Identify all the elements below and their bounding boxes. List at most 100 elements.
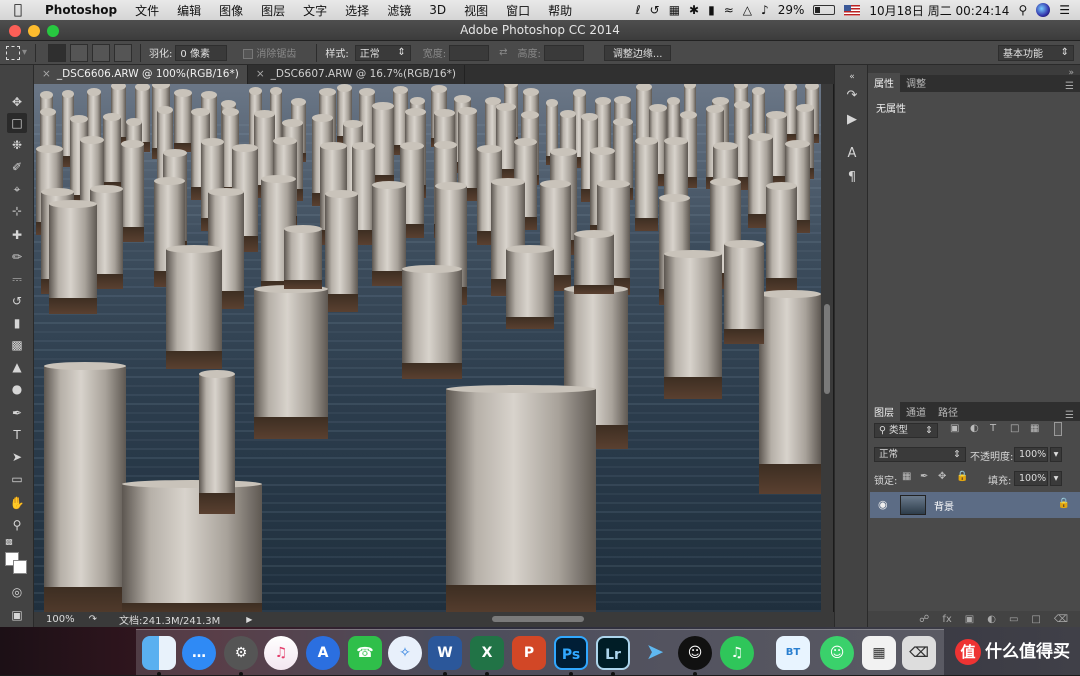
brush-tool-icon[interactable]: ✏ — [7, 247, 27, 267]
width-input[interactable] — [449, 44, 490, 61]
eyedropper-tool-icon[interactable]: ⊹ — [7, 201, 27, 221]
battery-small-icon[interactable]: ▮ — [708, 3, 715, 17]
finder-icon[interactable] — [142, 636, 176, 670]
horizontal-scroll-thumb[interactable] — [492, 616, 584, 622]
preset-dropdown-icon[interactable]: ▾ — [22, 47, 27, 58]
opacity-input[interactable]: 100% — [1014, 447, 1048, 462]
search-icon[interactable]: ⚲ — [1018, 3, 1027, 17]
filter-toggle[interactable] — [1054, 422, 1062, 436]
rectangle-tool-icon[interactable]: ▭ — [7, 469, 27, 489]
volume-icon[interactable]: ♪ — [761, 3, 769, 17]
spiral-icon[interactable]: ↺ — [650, 3, 660, 17]
collapse-panels-icon[interactable]: « — [843, 68, 861, 86]
layer-name[interactable]: 背景 — [934, 498, 954, 513]
system-preferences-icon[interactable]: ⚙ — [224, 636, 258, 670]
menu-help[interactable]: 帮助 — [539, 2, 581, 19]
powerpoint-icon[interactable]: P — [512, 636, 546, 670]
document-tab[interactable]: × _DSC6606.ARW @ 100%(RGB/16*) — [34, 65, 248, 84]
lasso-tool-icon[interactable]: ❉ — [7, 135, 27, 155]
battery-percent[interactable]: 29% — [778, 3, 805, 17]
fill-input[interactable]: 100% — [1014, 471, 1048, 486]
blend-mode-select[interactable]: 正常 ⇕ — [874, 447, 966, 462]
move-tool-icon[interactable]: ✥ — [7, 92, 27, 112]
filter-adjust-icon[interactable]: ◐ — [970, 423, 979, 434]
trash-icon[interactable]: ⌫ — [902, 636, 936, 670]
path-select-tool-icon[interactable]: ➤ — [7, 447, 27, 467]
tab-channels[interactable]: 通道 — [900, 402, 932, 421]
clock[interactable]: 10月18日 周二 00:24:14 — [869, 2, 1009, 19]
panel-menu-icon[interactable]: ☰ — [1065, 81, 1074, 92]
battery-icon[interactable] — [813, 5, 836, 15]
bt-download-icon[interactable]: BT — [776, 636, 810, 670]
filter-smart-icon[interactable]: ▦ — [1030, 423, 1039, 434]
feather-input[interactable]: 0 像素 — [175, 44, 228, 61]
facetime-icon[interactable]: ☎ — [348, 636, 382, 670]
qq-music-icon[interactable]: ♫ — [720, 636, 754, 670]
menu-3d[interactable]: 3D — [420, 3, 455, 17]
lightroom-icon[interactable]: Lr — [596, 636, 630, 670]
new-layer-icon[interactable]: □ — [1031, 614, 1040, 625]
instruments-icon[interactable]: A — [306, 636, 340, 670]
dodge-tool-icon[interactable]: ● — [7, 379, 27, 399]
style-select[interactable]: 正常 ⇕ — [354, 44, 411, 61]
zoom-tool-icon[interactable]: ⚲ — [7, 515, 27, 535]
menu-window[interactable]: 窗口 — [497, 2, 539, 19]
apple-icon[interactable]:  — [0, 2, 36, 18]
wifi-icon[interactable]: ≈ — [724, 3, 734, 17]
status-menu-arrow-icon[interactable]: ▶ — [246, 615, 252, 624]
refine-edge-button[interactable]: 调整边缘... — [603, 44, 672, 61]
fill-dropdown-icon[interactable]: ▾ — [1050, 471, 1062, 486]
delete-layer-icon[interactable]: ⌫ — [1054, 614, 1068, 625]
layer-filter-select[interactable]: ⚲ 类型 ⇕ — [874, 423, 938, 438]
crop-tool-icon[interactable]: ⌖ — [7, 179, 27, 199]
opacity-dropdown-icon[interactable]: ▾ — [1050, 447, 1062, 462]
tab-paths[interactable]: 路径 — [932, 402, 964, 421]
script-icon[interactable]: ℓ — [636, 3, 641, 17]
menu-select[interactable]: 选择 — [336, 2, 378, 19]
add-selection-button[interactable] — [70, 43, 89, 62]
safari-icon[interactable]: ✧ — [388, 636, 422, 670]
default-colors-icon[interactable]: ▩ — [3, 536, 15, 548]
share-icon[interactable]: ↷ — [89, 614, 97, 625]
paint-bucket-tool-icon[interactable]: ▩ — [7, 335, 27, 355]
lock-position-icon[interactable]: ✥ — [938, 471, 946, 482]
hand-tool-icon[interactable]: ✋ — [7, 493, 27, 513]
airplay-icon[interactable]: △ — [743, 3, 752, 17]
eraser-tool-icon[interactable]: ▮ — [7, 313, 27, 333]
excel-icon[interactable]: X — [470, 636, 504, 670]
screen-mode-icon[interactable]: ▣ — [7, 605, 27, 625]
link-layers-icon[interactable]: ☍ — [919, 614, 929, 625]
background-color-swatch[interactable] — [13, 560, 27, 574]
input-source-flag-icon[interactable] — [844, 4, 861, 16]
visibility-eye-icon[interactable]: ◉ — [878, 498, 888, 511]
list-icon[interactable]: ☰ — [1059, 3, 1070, 17]
word-icon[interactable]: W — [428, 636, 462, 670]
close-tab-icon[interactable]: × — [42, 68, 51, 80]
siri-icon[interactable] — [1036, 3, 1051, 17]
zoom-window-button[interactable] — [47, 25, 59, 37]
document-tab[interactable]: × _DSC6607.ARW @ 16.7%(RGB/16*) — [248, 65, 465, 84]
document-canvas[interactable] — [34, 84, 821, 612]
paragraph-panel-icon[interactable]: ¶ — [843, 169, 861, 187]
character-panel-icon[interactable]: A — [843, 145, 861, 163]
bluetooth-icon[interactable]: ✱ — [689, 3, 699, 17]
lock-pixels-icon[interactable]: ✒ — [920, 471, 928, 482]
lock-all-icon[interactable]: 🔒 — [956, 471, 968, 482]
photoshop-icon[interactable]: Ps — [554, 636, 588, 670]
blur-tool-icon[interactable]: ▲ — [7, 357, 27, 377]
menu-type[interactable]: 文字 — [294, 2, 336, 19]
type-tool-icon[interactable]: T — [7, 425, 27, 445]
menu-app[interactable]: Photoshop — [36, 3, 126, 17]
menu-layer[interactable]: 图层 — [252, 2, 294, 19]
healing-brush-tool-icon[interactable]: ✚ — [7, 225, 27, 245]
qq-icon[interactable]: ☺ — [678, 636, 712, 670]
workspace-select[interactable]: 基本功能 ⇕ — [998, 44, 1074, 61]
intersect-selection-button[interactable] — [114, 43, 133, 62]
marquee-preset-icon[interactable] — [6, 45, 20, 60]
swap-icon[interactable]: ⇄ — [499, 47, 507, 58]
layer-row[interactable]: ◉ 背景 🔒 — [870, 492, 1080, 518]
new-group-icon[interactable]: ▭ — [1009, 614, 1018, 625]
quick-select-tool-icon[interactable]: ✐ — [7, 157, 27, 177]
menu-file[interactable]: 文件 — [126, 2, 168, 19]
antialias-checkbox-wrap[interactable]: 消除锯齿 — [243, 45, 296, 60]
